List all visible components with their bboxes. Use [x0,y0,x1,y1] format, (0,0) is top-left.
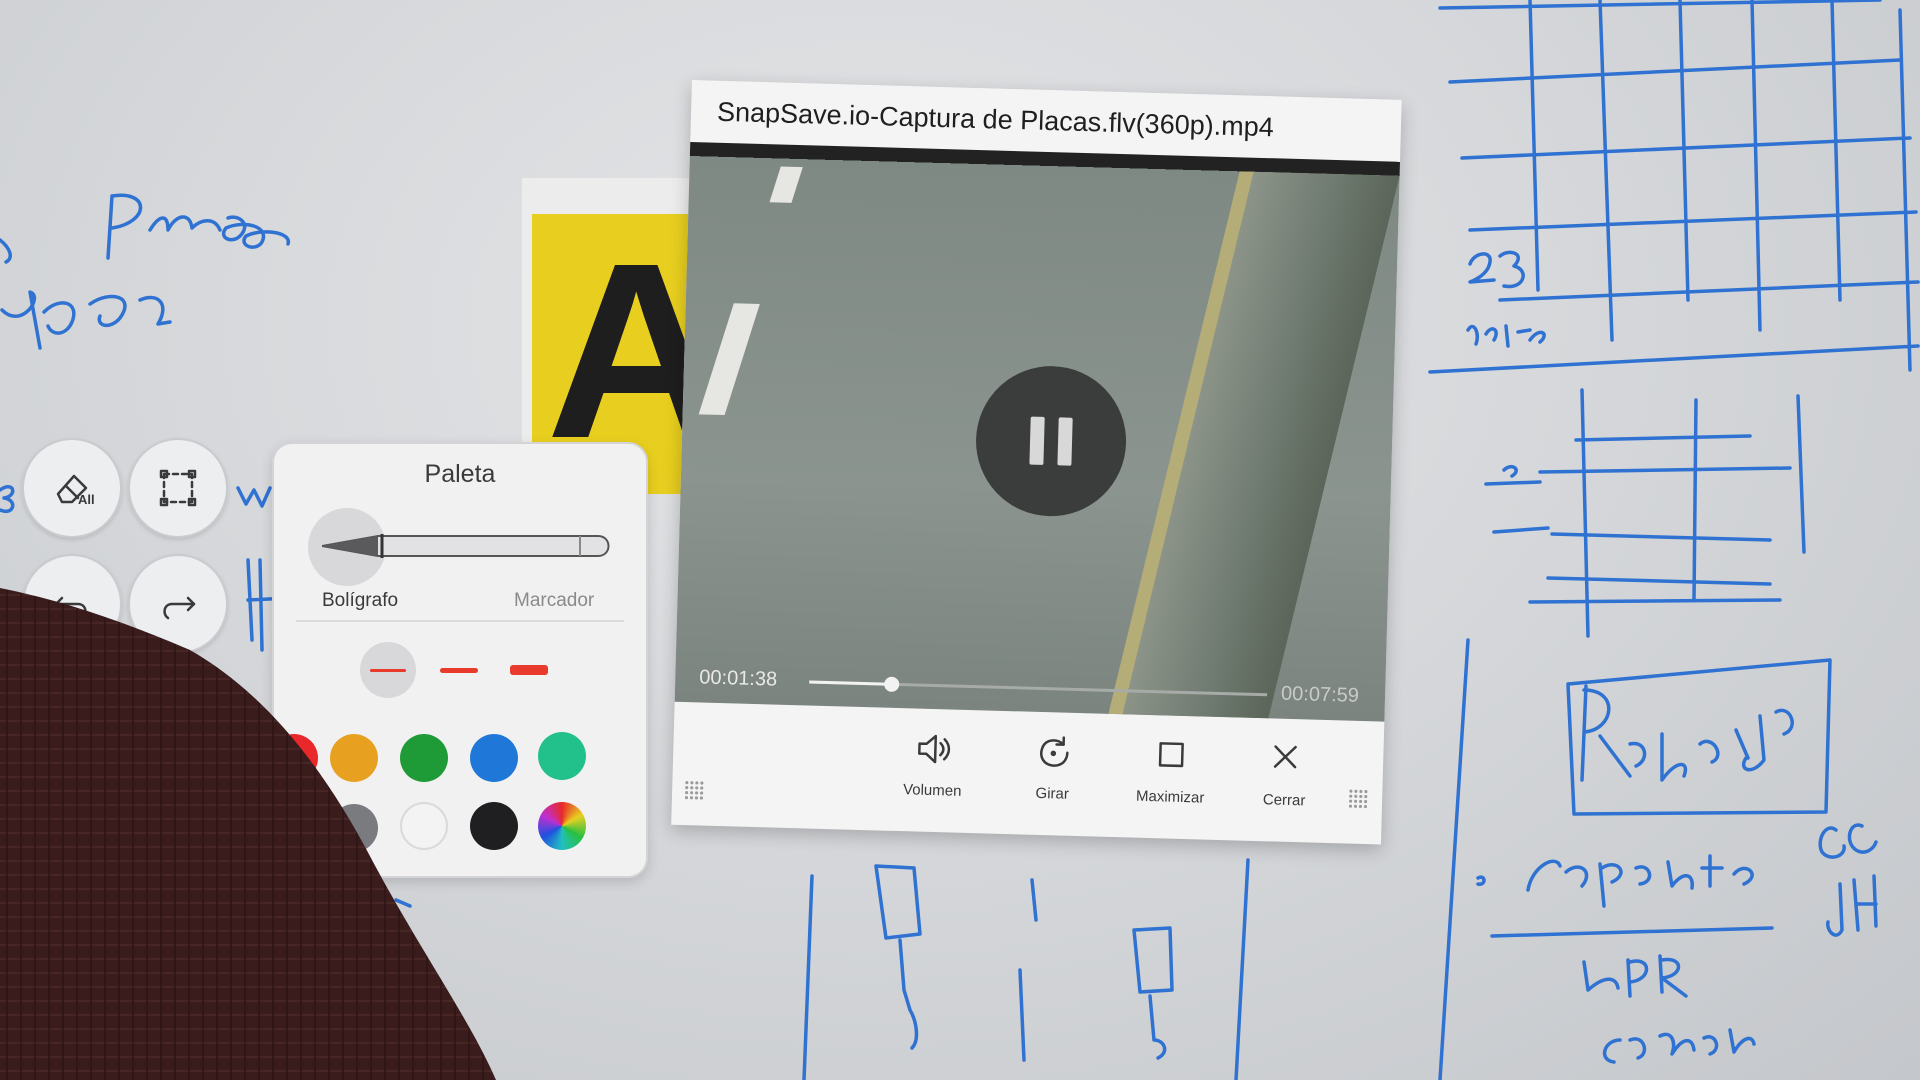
selection-icon [159,469,197,507]
palette-divider [296,620,624,622]
marker-tool-label[interactable]: Marcador [514,590,594,612]
lane-marking [769,166,803,203]
close-button[interactable]: Cerrar [1234,737,1336,810]
redo-icon [163,596,196,620]
rotate-button[interactable]: Girar [1002,731,1104,804]
thickness-medium[interactable] [440,668,478,673]
undo-button[interactable] [22,554,122,654]
maximize-button[interactable]: Maximizar [1120,734,1222,807]
pen-icon[interactable] [322,530,612,562]
road-curb [1108,171,1400,719]
pause-button[interactable] [973,364,1129,519]
volume-label: Volumen [902,781,962,800]
color-blue[interactable] [470,734,518,782]
undo-icon [54,596,87,620]
seek-progress [809,680,892,686]
palette-title: Paleta [424,460,496,488]
plate-text: AZ [546,214,692,490]
erase-all-button[interactable]: All [22,438,122,538]
current-time: 00:01:38 [699,666,778,691]
video-frame[interactable]: 00:01:38 00:07:59 [674,141,1400,722]
pause-icon [1029,416,1045,465]
speaker-icon [918,734,951,764]
color-red[interactable] [270,734,318,782]
rotate-label: Girar [1035,784,1070,803]
select-area-button[interactable] [128,438,228,538]
resize-grip-left[interactable] [683,780,705,801]
maximize-label: Maximizar [1135,787,1205,807]
resize-grip-right[interactable] [1347,788,1369,810]
redo-button[interactable] [128,554,228,654]
close-icon [1273,745,1297,769]
video-title: SnapSave.io-Captura de Placas.flv(360p).… [716,96,1275,143]
maximize-icon [1158,742,1184,768]
pen-tool-label[interactable]: Bolígrafo [322,590,398,612]
lane-marking [698,303,760,416]
seek-handle[interactable] [884,676,900,693]
video-player-window[interactable]: SnapSave.io-Captura de Placas.flv(360p).… [671,80,1402,845]
rotate-icon [1040,736,1069,767]
color-black[interactable] [470,802,518,850]
color-gray[interactable] [330,804,378,852]
color-teal[interactable] [538,732,586,780]
thickness-thick[interactable] [510,665,548,675]
total-time: 00:07:59 [1280,682,1360,707]
erase-all-label: All [78,492,95,507]
volume-button[interactable]: Volumen [882,728,984,801]
color-green[interactable] [400,734,448,782]
color-picker-rainbow[interactable] [538,802,586,850]
palette-panel: Paleta Bolígrafo Marcador [270,442,648,878]
color-orange[interactable] [330,734,378,782]
color-white[interactable] [400,802,448,850]
close-label: Cerrar [1262,791,1306,810]
thickness-thin[interactable] [370,669,406,672]
